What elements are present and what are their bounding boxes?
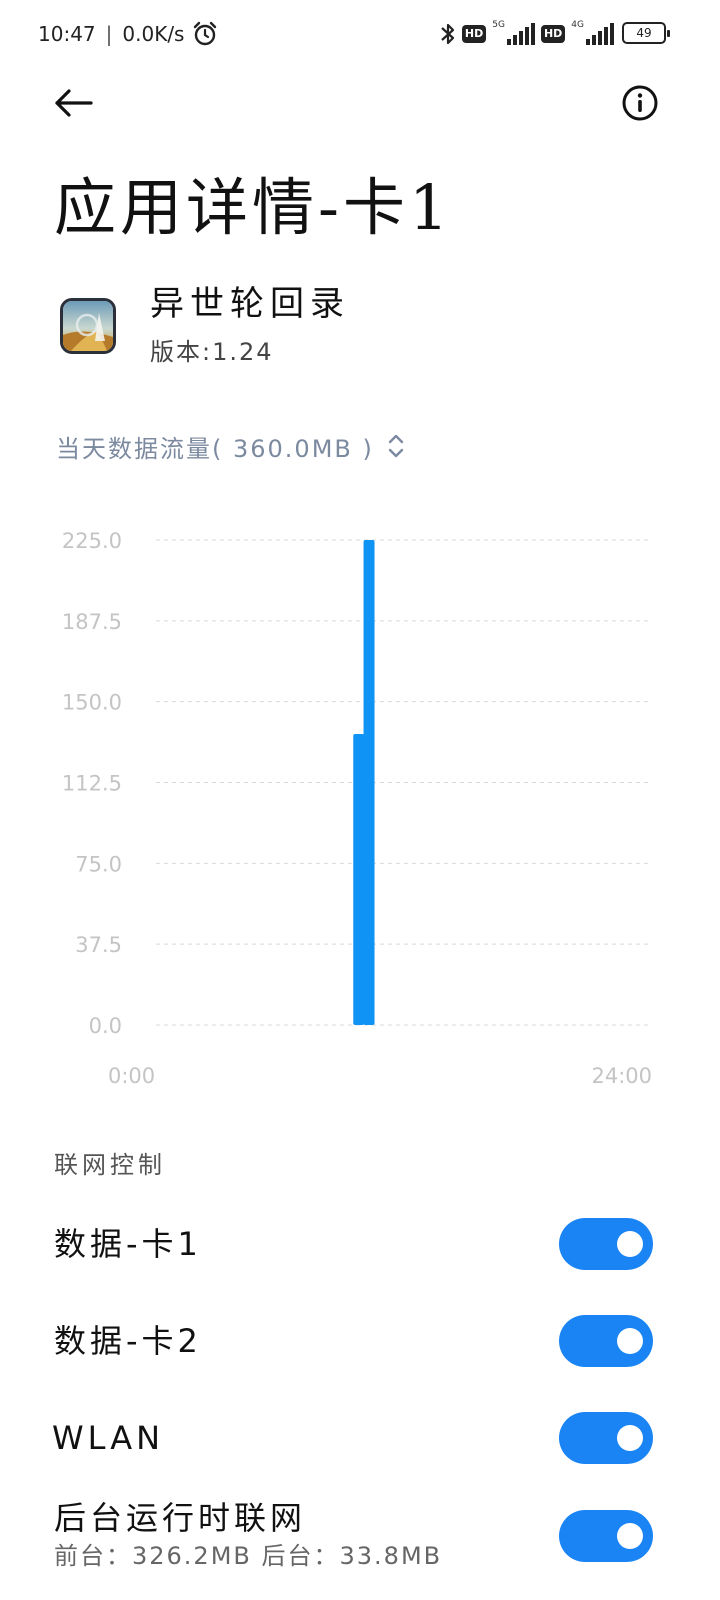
status-separator: | [105,22,113,46]
row-background-sub: 前台：326.2MB 后台：33.8MB [54,1542,443,1570]
alarm-clock-icon [194,21,217,46]
signal-5g-icon [506,23,535,45]
usage-chart: 225.0 187.5 150.0 112.5 75.0 37.5 0.0 0:00 24:00 [62,529,652,1088]
app-version: 版本:1.24 [150,338,274,366]
hd-badge-2: HD [540,25,566,43]
y-tick-label: 37.5 [75,933,122,957]
bluetooth-icon [441,23,455,45]
up-down-chevron-icon [388,434,404,458]
info-icon [622,85,658,121]
status-right: HD 5G HD 4G [440,18,614,50]
usage-bar [353,734,365,1025]
status-time: 10:47 [38,22,96,46]
back-arrow-icon [55,89,93,117]
page-title: 应用详情-卡1 [54,171,453,244]
toggle-knob [617,1523,643,1549]
y-tick-label: 150.0 [62,691,122,715]
battery-level: 49 [636,26,652,40]
hd-badge: HD [461,25,487,43]
row-data-card2[interactable]: 数据-卡2 [0,1301,720,1381]
row-data-card1[interactable]: 数据-卡1 [0,1204,720,1284]
toggle-knob [617,1328,643,1354]
info-button[interactable] [617,80,663,126]
y-tick-label: 112.5 [62,772,122,796]
toggle-knob [617,1425,643,1451]
row-background-label: 后台运行时联网 [54,1499,307,1537]
network-4g-label: 4G [571,20,584,30]
data-card2-toggle[interactable] [559,1315,653,1367]
app-name: 异世轮回录 [150,284,350,324]
row-wlan[interactable]: WLAN [0,1398,720,1478]
y-tick-label: 0.0 [89,1014,122,1038]
back-button[interactable] [48,80,98,126]
x-end-label: 24:00 [591,1064,652,1088]
background-network-toggle[interactable] [559,1510,653,1562]
usage-label: 当天数据流量( 360.0MB ) [56,434,374,463]
network-section-title: 联网控制 [54,1151,166,1179]
status-left: 10:47 | 0.0K/s [38,20,218,48]
row-data-card2-label: 数据-卡2 [54,1322,202,1360]
y-tick-label: 225.0 [62,529,122,553]
wlan-toggle[interactable] [559,1412,653,1464]
row-background-network[interactable]: 后台运行时联网 前台：326.2MB 后台：33.8MB [0,1496,720,1600]
x-start-label: 0:00 [108,1064,155,1088]
net-speed: 0.0K/s [122,22,185,46]
toggle-knob [617,1231,643,1257]
battery-icon: 49 [622,22,670,44]
network-5g-label: 5G [492,20,505,30]
row-data-card1-label: 数据-卡1 [54,1225,202,1263]
y-tick-label: 187.5 [62,610,122,634]
status-bar: 10:47 | 0.0K/s HD 5G HD 4G 49 [0,0,720,68]
y-tick-label: 75.0 [75,852,122,876]
row-wlan-label: WLAN [52,1419,165,1457]
signal-4g-icon [586,23,614,45]
data-card1-toggle[interactable] [559,1218,653,1270]
app-icon [60,298,116,354]
usage-period-selector[interactable]: 当天数据流量( 360.0MB ) [56,426,404,466]
usage-bar [363,540,375,1025]
